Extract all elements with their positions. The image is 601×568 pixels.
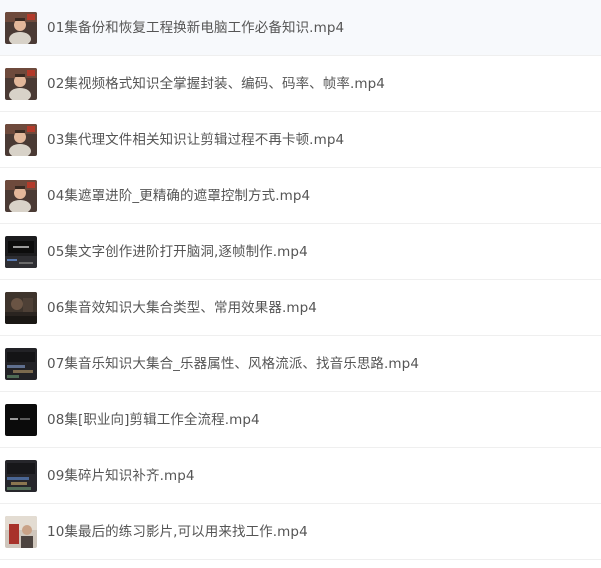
timeline-thumbnail-icon (5, 348, 37, 380)
file-row-10[interactable]: 10集最后的练习影片,可以用来找工作.mp4 (0, 504, 601, 560)
timeline-thumbnail-icon (5, 460, 37, 492)
file-row-06[interactable]: 06集音效知识大集合类型、常用效果器.mp4 (0, 280, 601, 336)
person-thumbnail-icon (5, 12, 37, 44)
file-name: 08集[职业向]剪辑工作全流程.mp4 (47, 412, 260, 428)
file-name: 01集备份和恢复工程换新电脑工作必备知识.mp4 (47, 20, 345, 36)
editor-screen-thumbnail-icon (5, 236, 37, 268)
file-name: 05集文字创作进阶打开脑洞,逐帧制作.mp4 (47, 244, 308, 260)
file-name: 03集代理文件相关知识让剪辑过程不再卡顿.mp4 (47, 132, 345, 148)
file-row-08[interactable]: 08集[职业向]剪辑工作全流程.mp4 (0, 392, 601, 448)
dark-screen-thumbnail-icon (5, 404, 37, 436)
file-row-09[interactable]: 09集碎片知识补齐.mp4 (0, 448, 601, 504)
video-file-list: 01集备份和恢复工程换新电脑工作必备知识.mp4 02集视频格式知识全掌握封装、… (0, 0, 601, 568)
file-name: 10集最后的练习影片,可以用来找工作.mp4 (47, 524, 308, 540)
file-name: 07集音乐知识大集合_乐器属性、风格流派、找音乐思路.mp4 (47, 356, 420, 372)
person-thumbnail-icon (5, 180, 37, 212)
file-name: 02集视频格式知识全掌握封装、编码、码率、帧率.mp4 (47, 76, 385, 92)
file-row-03[interactable]: 03集代理文件相关知识让剪辑过程不再卡顿.mp4 (0, 112, 601, 168)
person-thumbnail-icon (5, 124, 37, 156)
file-name: 04集遮罩进阶_更精确的遮罩控制方式.mp4 (47, 188, 311, 204)
red-scene-thumbnail-icon (5, 516, 37, 548)
file-name: 09集碎片知识补齐.mp4 (47, 468, 195, 484)
file-row-02[interactable]: 02集视频格式知识全掌握封装、编码、码率、帧率.mp4 (0, 56, 601, 112)
file-row-05[interactable]: 05集文字创作进阶打开脑洞,逐帧制作.mp4 (0, 224, 601, 280)
person-thumbnail-icon (5, 68, 37, 100)
dim-scene-thumbnail-icon (5, 292, 37, 324)
file-name: 06集音效知识大集合类型、常用效果器.mp4 (47, 300, 317, 316)
file-row-01[interactable]: 01集备份和恢复工程换新电脑工作必备知识.mp4 (0, 0, 601, 56)
file-row-04[interactable]: 04集遮罩进阶_更精确的遮罩控制方式.mp4 (0, 168, 601, 224)
file-row-07[interactable]: 07集音乐知识大集合_乐器属性、风格流派、找音乐思路.mp4 (0, 336, 601, 392)
